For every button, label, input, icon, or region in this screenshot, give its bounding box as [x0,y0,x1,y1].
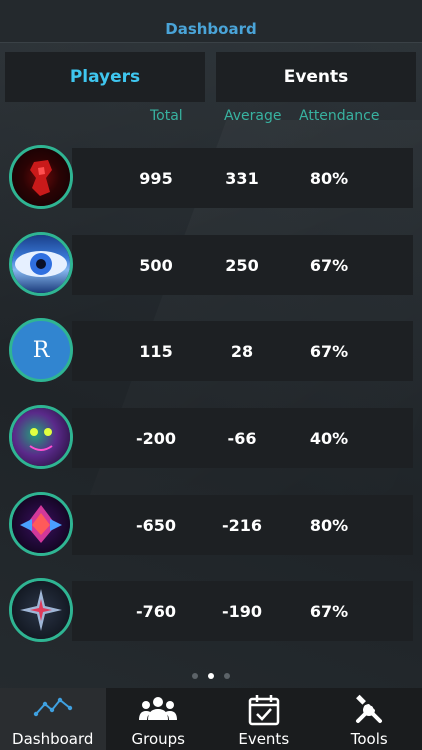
nav-header: Dashboard [0,0,422,43]
tab-players[interactable]: Players [5,52,205,102]
attendance-value: 80% [309,169,349,188]
total-value: -760 [135,602,177,621]
attendance-value: 40% [309,429,349,448]
tab-label: Dashboard [12,730,94,748]
average-value: 250 [225,256,259,275]
attendance-value: 67% [309,602,349,621]
total-value: 995 [139,169,173,188]
column-header-total: Total [150,108,183,124]
average-value: 331 [225,169,259,188]
average-value: -190 [221,602,263,621]
attendance-value: 67% [309,256,349,275]
total-value: -650 [135,516,177,535]
blue-eye-avatar[interactable] [9,232,73,296]
column-header-attendance: Attendance [299,108,380,124]
tab-groups[interactable]: Groups [106,688,212,750]
attendance-value: 80% [309,516,349,535]
red-robot-avatar[interactable] [9,145,73,209]
tab-bar: Dashboard Groups Events Tools [0,688,422,750]
crystal-emblem-avatar[interactable] [9,492,73,556]
attendance-value: 67% [309,342,349,361]
average-value: -66 [227,429,257,448]
tab-label: Groups [131,730,185,748]
total-value: -200 [135,429,177,448]
tab-events[interactable]: Events [211,688,317,750]
tab-dashboard[interactable]: Dashboard [0,688,106,750]
tab-label: Events [238,730,290,748]
total-value: 500 [139,256,173,275]
total-value: 115 [139,342,173,361]
group-icon [139,697,178,720]
player-row[interactable]: 500 250 67% [72,235,413,295]
player-row[interactable]: 995 331 80% [72,148,413,208]
neon-face-avatar[interactable] [9,405,73,469]
average-value: -216 [221,516,263,535]
average-value: 28 [230,342,254,361]
page-dot-active[interactable] [208,673,214,679]
initial-avatar[interactable]: R [9,318,73,382]
page-dot[interactable] [192,673,198,679]
tools-icon [356,694,383,723]
page-dot[interactable] [224,673,230,679]
player-row[interactable]: -760 -190 67% [72,581,413,641]
tab-tools[interactable]: Tools [317,688,422,750]
player-row[interactable]: 115 28 67% [72,321,413,381]
tab-label: Tools [350,730,388,748]
player-row[interactable]: -200 -66 40% [72,408,413,468]
player-row[interactable]: -650 -216 80% [72,495,413,555]
calendar-check-icon [248,695,279,726]
page-title: Dashboard [165,20,257,38]
tab-events[interactable]: Events [216,52,416,102]
star-emblem-avatar[interactable] [9,578,73,642]
avatar-initial: R [32,337,50,363]
chart-line-icon [33,697,72,717]
page-indicator[interactable] [0,673,422,679]
column-header-average: Average [224,108,282,124]
